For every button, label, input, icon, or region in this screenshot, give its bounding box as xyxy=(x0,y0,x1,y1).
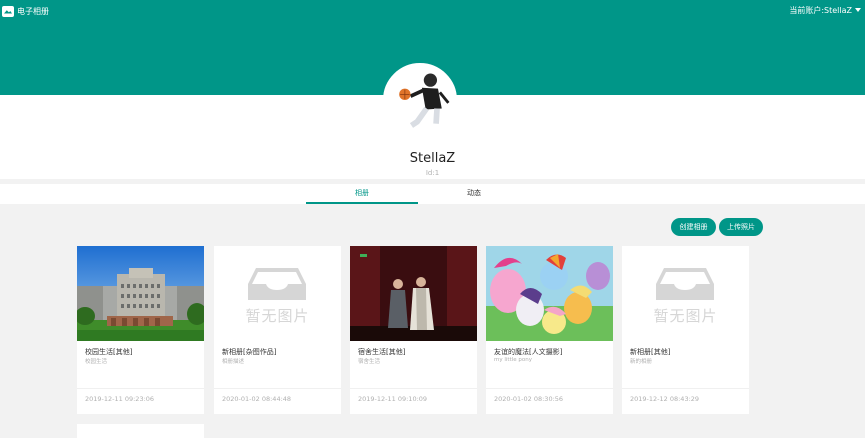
profile-user-id: Id:1 xyxy=(425,169,440,177)
album-description: 相册描述 xyxy=(222,359,245,365)
empty-tray-icon xyxy=(656,268,714,300)
album-date: 2019-12-12 08:43:29 xyxy=(630,395,700,403)
no-image-label: 暂无图片 xyxy=(245,307,310,325)
album-description: 宿舍生活 xyxy=(358,359,381,365)
create-album-button[interactable]: 创建相册 xyxy=(671,218,716,236)
tab-activity[interactable]: 动态 xyxy=(418,184,530,204)
album-title[interactable]: 友谊的魔法[人文摄影] xyxy=(494,347,562,357)
profile-username: StellaZ xyxy=(409,151,456,166)
album-card[interactable]: 暂无图片 新相册[其他] 新的相册 2019-12-12 08:43:29 xyxy=(622,246,749,414)
card-divider xyxy=(486,388,613,389)
album-cover-placeholder[interactable]: 暂无图片 xyxy=(622,246,749,341)
album-card[interactable]: 宿舍生活[其他] 宿舍生活 2019-12-11 09:10:09 xyxy=(350,246,477,414)
account-label: 当前账户:StellaZ xyxy=(789,5,852,15)
album-description: 校园生活 xyxy=(85,359,108,365)
album-cover-image[interactable] xyxy=(486,246,613,341)
upload-photo-button[interactable]: 上传照片 xyxy=(719,218,763,236)
app-title: 电子相册 xyxy=(17,6,49,16)
album-title[interactable]: 新相册[其他] xyxy=(630,347,670,357)
app-brand[interactable]: 电子相册 xyxy=(2,4,49,18)
album-card[interactable]: 校园生活[其他] 校园生活 2019-12-11 09:23:06 xyxy=(77,246,204,414)
card-divider xyxy=(622,388,749,389)
album-date: 2019-12-11 09:23:06 xyxy=(85,395,155,403)
album-card[interactable]: 友谊的魔法[人文摄影] my little pony 2020-01-02 08… xyxy=(486,246,613,414)
album-title[interactable]: 宿舍生活[其他] xyxy=(358,347,405,357)
album-cover-placeholder[interactable]: 暂无图片 xyxy=(214,246,341,341)
caret-down-icon xyxy=(855,8,861,12)
album-title[interactable]: 新相册[杂图作品] xyxy=(222,347,276,357)
album-date: 2020-01-02 08:44:48 xyxy=(222,395,292,403)
album-date: 2019-12-11 09:10:09 xyxy=(358,395,428,403)
tab-bar: 相册 动态 xyxy=(0,184,865,204)
album-card[interactable] xyxy=(77,424,204,438)
album-title[interactable]: 校园生活[其他] xyxy=(85,347,132,357)
album-card[interactable]: 暂无图片 新相册[杂图作品] 相册描述 2020-01-02 08:44:48 xyxy=(214,246,341,414)
album-description: my little pony xyxy=(494,357,532,363)
empty-tray-icon xyxy=(248,268,306,300)
album-description: 新的相册 xyxy=(630,359,653,365)
no-image-label: 暂无图片 xyxy=(653,307,718,325)
account-menu[interactable]: 当前账户:StellaZ xyxy=(789,4,861,16)
album-cover-image[interactable] xyxy=(350,246,477,341)
card-divider xyxy=(77,388,204,389)
card-divider xyxy=(214,388,341,389)
photo-album-icon xyxy=(2,5,14,17)
tab-albums[interactable]: 相册 xyxy=(306,184,418,204)
album-cover-image[interactable] xyxy=(77,246,204,341)
album-date: 2020-01-02 08:30:56 xyxy=(494,395,564,403)
card-divider xyxy=(350,388,477,389)
avatar xyxy=(383,63,457,137)
